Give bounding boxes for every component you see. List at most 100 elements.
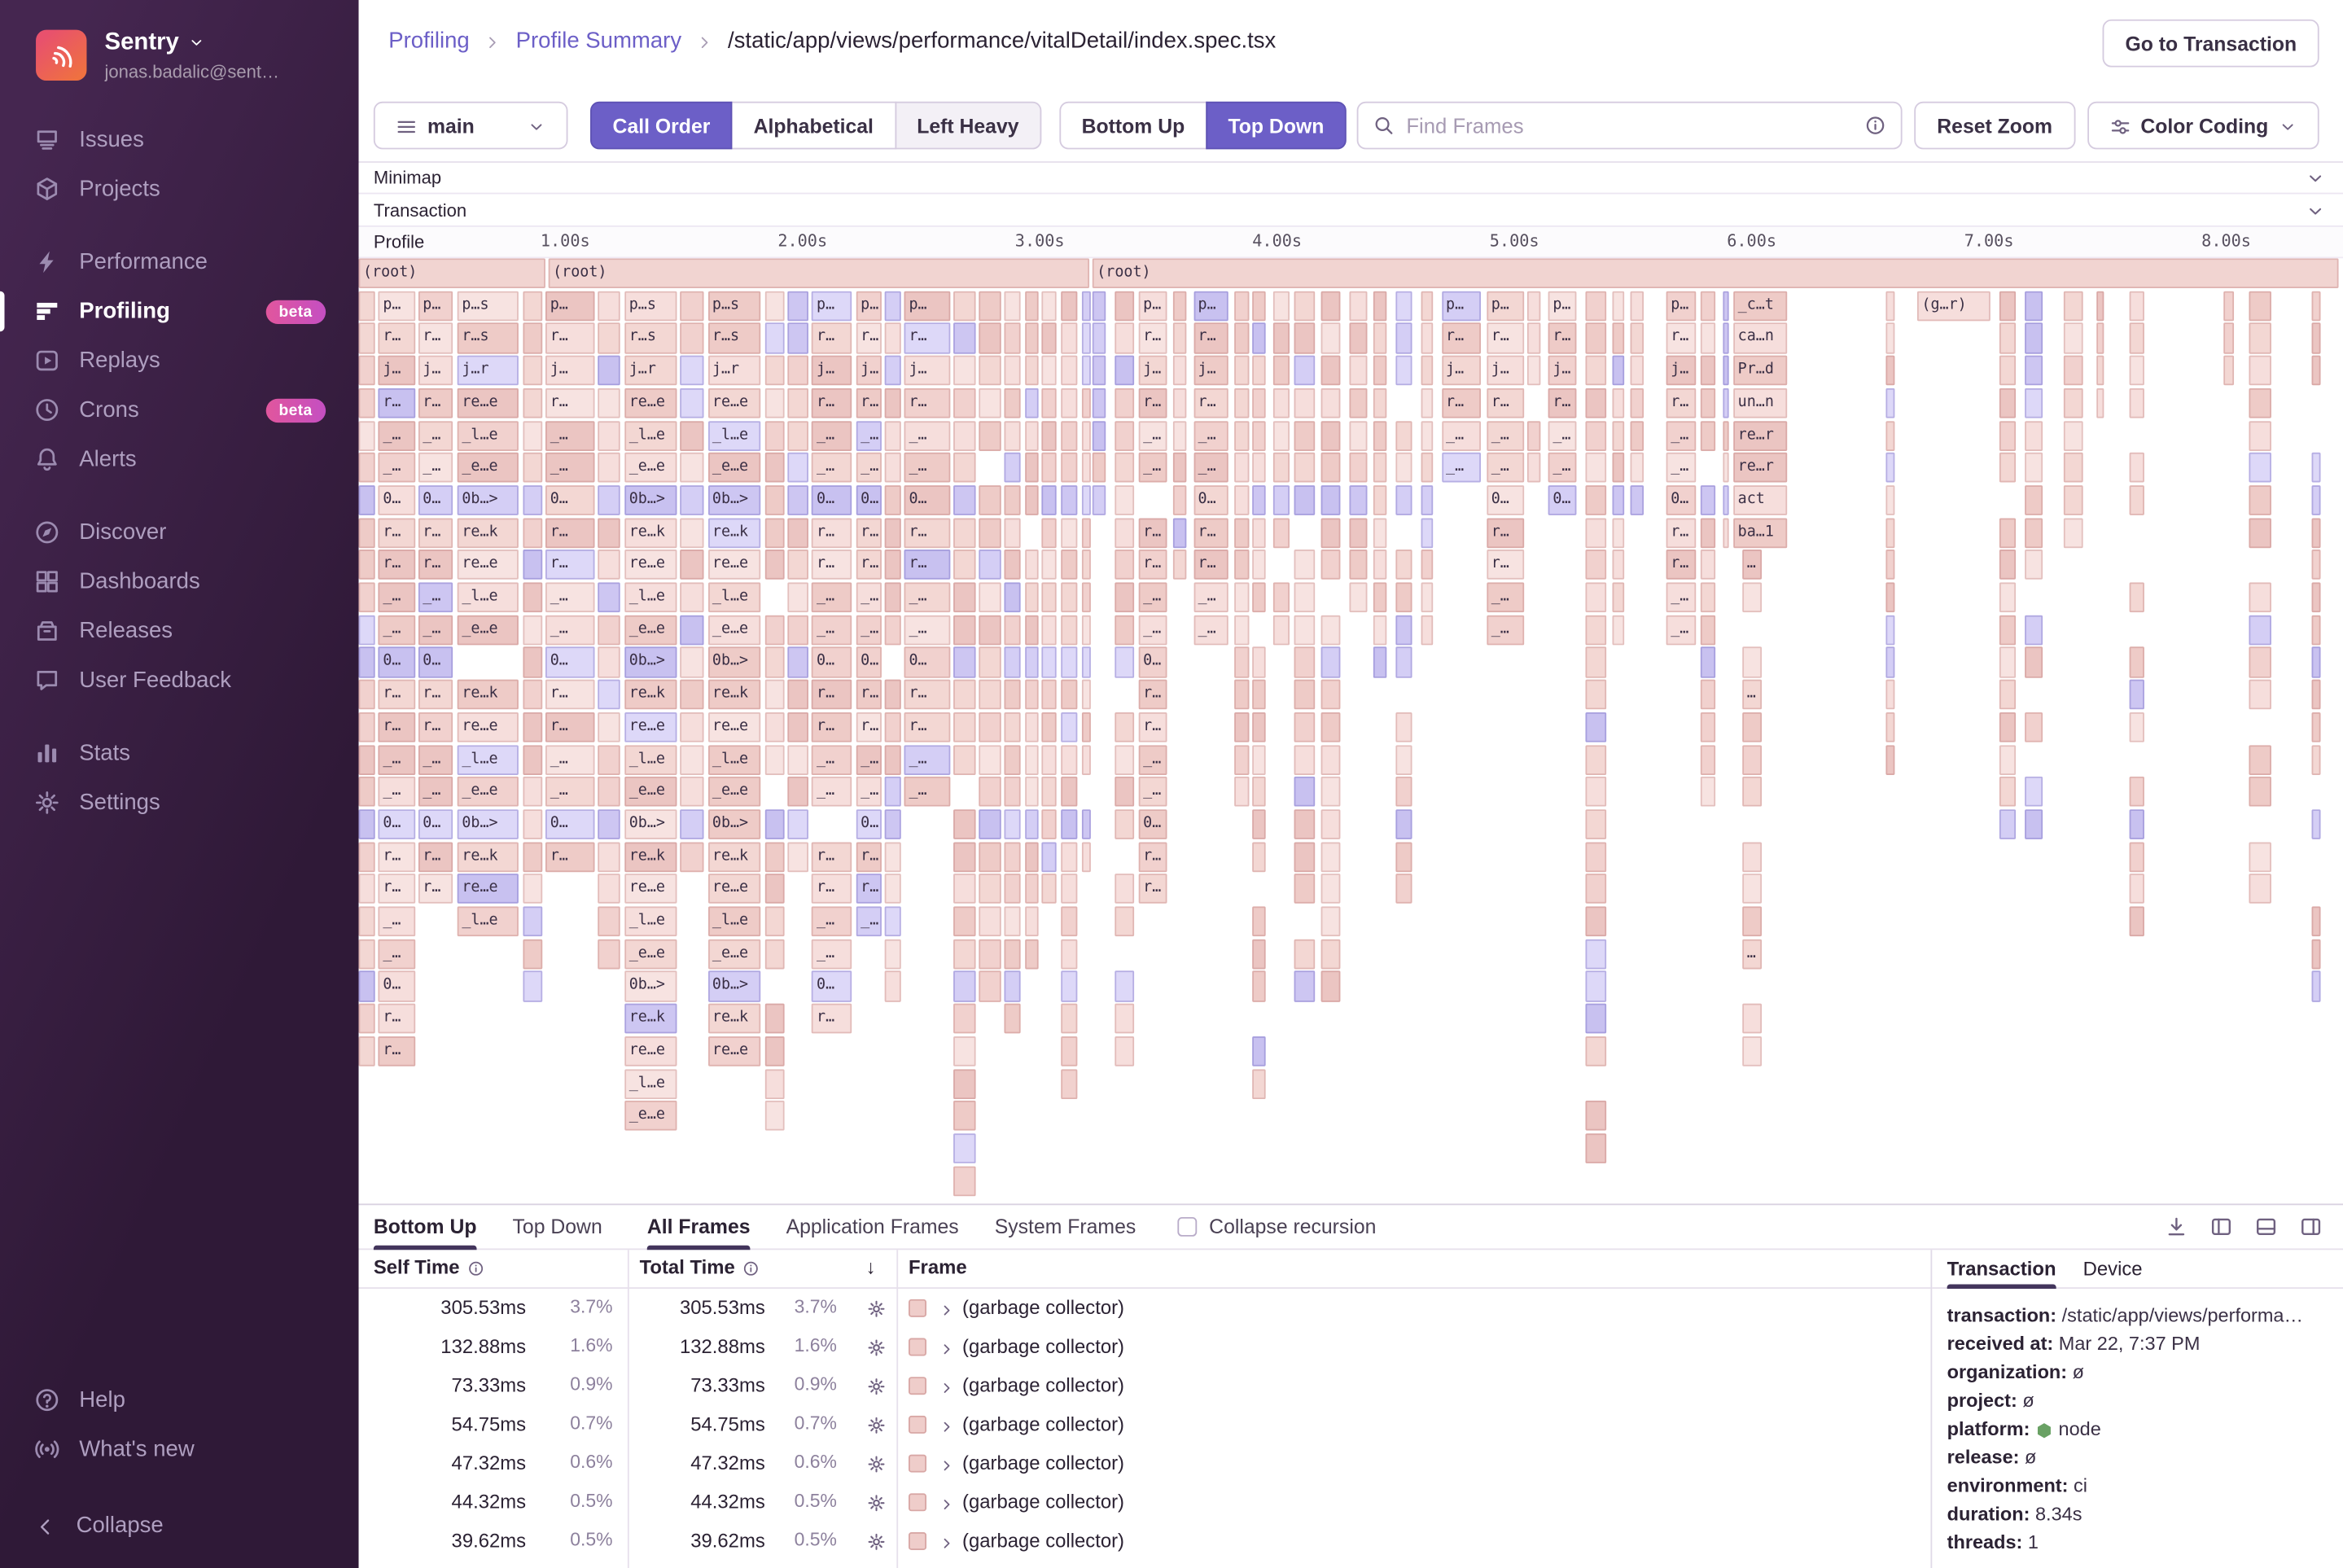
- flame-frame[interactable]: [979, 841, 1001, 872]
- flame-frame[interactable]: [523, 679, 542, 710]
- flame-frame[interactable]: [1081, 550, 1091, 580]
- flame-frame[interactable]: [1081, 646, 1091, 677]
- collapse-recursion-checkbox[interactable]: [1177, 1216, 1198, 1237]
- flame-frame[interactable]: [1234, 679, 1249, 710]
- flame-frame[interactable]: r…: [812, 679, 852, 710]
- flame-frame[interactable]: 0…: [1193, 484, 1228, 515]
- flame-frame[interactable]: [1041, 712, 1057, 742]
- flame-frame[interactable]: [1700, 388, 1715, 418]
- flame-frame[interactable]: [1612, 388, 1624, 418]
- flame-frame[interactable]: [358, 1003, 374, 1034]
- flame-frame[interactable]: [1585, 1101, 1607, 1132]
- flame-frame[interactable]: [1373, 517, 1387, 548]
- flame-frame[interactable]: [884, 744, 901, 775]
- flame-frame[interactable]: p…: [812, 291, 852, 322]
- flame-frame[interactable]: [1294, 841, 1316, 872]
- flame-frame[interactable]: [787, 291, 808, 322]
- flame-frame[interactable]: [2311, 291, 2321, 322]
- flame-frame[interactable]: [1252, 355, 1267, 386]
- flame-frame[interactable]: r…: [378, 550, 415, 580]
- sidebar-item-user-feedback[interactable]: User Feedback: [0, 655, 359, 705]
- table-row[interactable]: 39.62ms 0.5% 39.62ms 0.5% (garbage collector…: [359, 1522, 1931, 1561]
- sidebar-item-crons[interactable]: Crons beta: [0, 385, 359, 435]
- flame-frame[interactable]: r…: [545, 517, 595, 548]
- flame-frame[interactable]: [764, 453, 786, 484]
- flame-frame[interactable]: [1612, 484, 1624, 515]
- flame-frame[interactable]: [680, 679, 705, 710]
- flame-frame[interactable]: _…: [378, 939, 415, 970]
- flame-frame[interactable]: [1585, 939, 1607, 970]
- flame-frame[interactable]: [1115, 808, 1135, 840]
- flame-frame[interactable]: [953, 420, 975, 451]
- flame-frame[interactable]: r…: [1666, 388, 1697, 418]
- flame-frame[interactable]: [1885, 517, 1895, 548]
- flame-frame[interactable]: [2025, 712, 2043, 742]
- left-heavy-button[interactable]: Left Heavy: [894, 101, 1042, 150]
- flame-frame[interactable]: _l…e: [624, 906, 677, 937]
- flame-frame[interactable]: [953, 1003, 975, 1034]
- flame-frame[interactable]: [1320, 906, 1341, 937]
- flame-frame[interactable]: [1395, 841, 1413, 872]
- flame-frame[interactable]: 0…: [418, 484, 453, 515]
- row-settings-button[interactable]: [867, 1335, 887, 1358]
- flame-frame[interactable]: [787, 841, 808, 872]
- flame-frame[interactable]: [1395, 322, 1413, 353]
- flame-frame[interactable]: [979, 388, 1001, 418]
- flame-frame[interactable]: 0…: [378, 971, 415, 1002]
- flame-frame[interactable]: r…: [812, 517, 852, 548]
- flame-frame[interactable]: [680, 322, 705, 353]
- flame-frame[interactable]: [1115, 517, 1135, 548]
- flame-frame[interactable]: _…: [904, 777, 951, 808]
- flame-frame[interactable]: r…: [1666, 517, 1697, 548]
- flame-frame[interactable]: [884, 484, 901, 515]
- flame-frame[interactable]: [358, 615, 374, 646]
- flame-frame[interactable]: [2249, 874, 2272, 904]
- flame-frame[interactable]: [680, 420, 705, 451]
- flame-frame[interactable]: [2128, 291, 2144, 322]
- flame-frame[interactable]: r…: [378, 712, 415, 742]
- expand-row-chevron[interactable]: [939, 1453, 955, 1476]
- flame-frame[interactable]: [1060, 322, 1078, 353]
- go-to-transaction-button[interactable]: Go to Transaction: [2102, 19, 2319, 68]
- flame-frame[interactable]: re…k: [624, 679, 677, 710]
- flame-frame[interactable]: [358, 322, 374, 353]
- flame-frame[interactable]: [1252, 291, 1267, 322]
- flame-frame[interactable]: [1115, 1003, 1135, 1034]
- flame-frame[interactable]: [884, 874, 901, 904]
- flame-frame[interactable]: [787, 484, 808, 515]
- flame-frame[interactable]: re…e: [707, 874, 761, 904]
- flame-frame[interactable]: [1585, 906, 1607, 937]
- flame-frame[interactable]: [953, 808, 975, 840]
- flame-frame[interactable]: [1395, 582, 1413, 613]
- flame-frame[interactable]: [1041, 388, 1057, 418]
- flame-frame[interactable]: r…: [1548, 322, 1578, 353]
- flame-frame[interactable]: [2025, 484, 2043, 515]
- flame-frame[interactable]: [680, 841, 705, 872]
- flame-frame[interactable]: [1041, 874, 1057, 904]
- flame-frame[interactable]: [598, 420, 621, 451]
- flame-frame[interactable]: [1999, 517, 2017, 548]
- flame-frame[interactable]: [1060, 388, 1078, 418]
- flame-frame[interactable]: [1885, 322, 1895, 353]
- flame-frame[interactable]: [2249, 484, 2272, 515]
- flame-frame[interactable]: [1723, 420, 1729, 451]
- flame-frame[interactable]: _…: [1138, 744, 1168, 775]
- flame-frame[interactable]: [1060, 646, 1078, 677]
- flame-frame[interactable]: [598, 615, 621, 646]
- flame-frame[interactable]: [1004, 322, 1021, 353]
- flame-frame[interactable]: re…k: [707, 517, 761, 548]
- flame-frame[interactable]: [953, 582, 975, 613]
- flame-frame[interactable]: …: [1742, 939, 1763, 970]
- flame-frame[interactable]: [979, 550, 1001, 580]
- flame-frame[interactable]: [764, 874, 786, 904]
- flame-frame[interactable]: [598, 582, 621, 613]
- flame-frame[interactable]: r…: [904, 322, 951, 353]
- flame-frame[interactable]: [1060, 582, 1078, 613]
- flame-frame[interactable]: [1612, 615, 1624, 646]
- flame-frame[interactable]: (root): [358, 258, 545, 289]
- flame-frame[interactable]: [1273, 291, 1290, 322]
- flame-frame[interactable]: [1273, 453, 1290, 484]
- flame-frame[interactable]: [1041, 355, 1057, 386]
- flame-frame[interactable]: [1585, 291, 1607, 322]
- sidebar-item-projects[interactable]: Projects: [0, 164, 359, 214]
